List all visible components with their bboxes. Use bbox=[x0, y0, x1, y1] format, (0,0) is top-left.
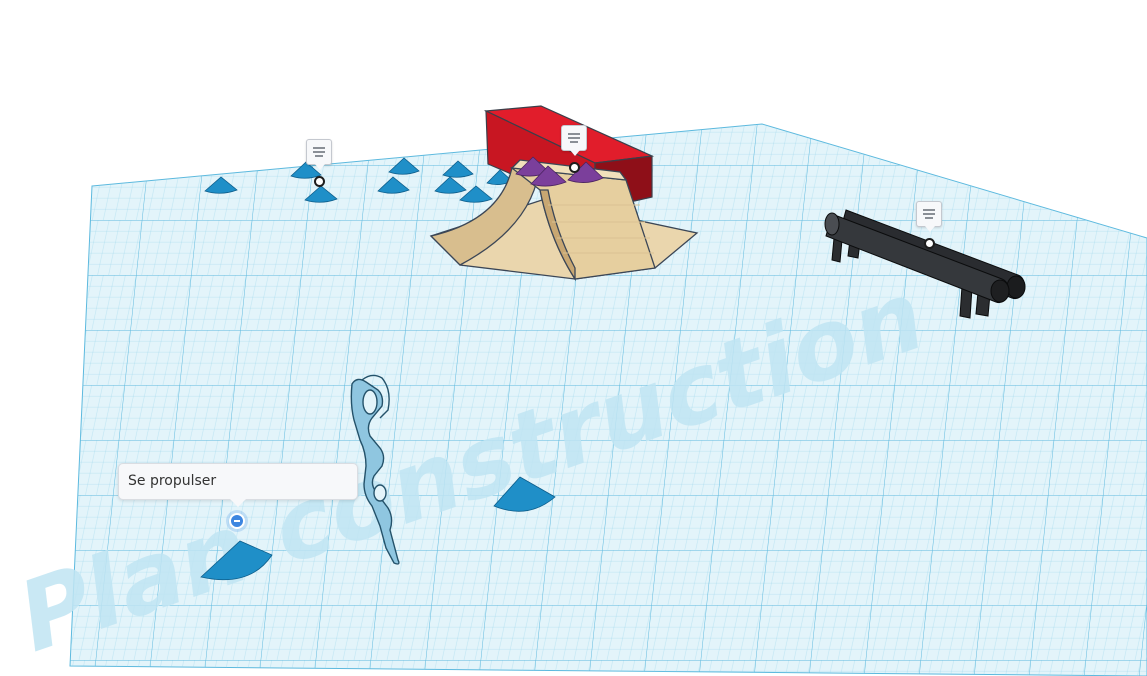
minus-icon bbox=[229, 513, 245, 529]
note-anchor[interactable] bbox=[314, 176, 325, 187]
note-anchor[interactable] bbox=[569, 162, 580, 173]
note-icon bbox=[313, 147, 325, 159]
workplane-scene: Plan construction bbox=[16, 105, 1147, 676]
note-icon bbox=[923, 209, 935, 221]
note-pin[interactable] bbox=[306, 139, 332, 170]
note-tooltip[interactable]: Se propulser bbox=[118, 463, 358, 507]
minus-handle[interactable] bbox=[226, 510, 248, 532]
note-pin[interactable] bbox=[561, 125, 587, 156]
note-pin[interactable] bbox=[916, 201, 942, 232]
note-icon bbox=[568, 133, 580, 145]
note-anchor[interactable] bbox=[924, 238, 935, 249]
note-text: Se propulser bbox=[128, 473, 217, 489]
